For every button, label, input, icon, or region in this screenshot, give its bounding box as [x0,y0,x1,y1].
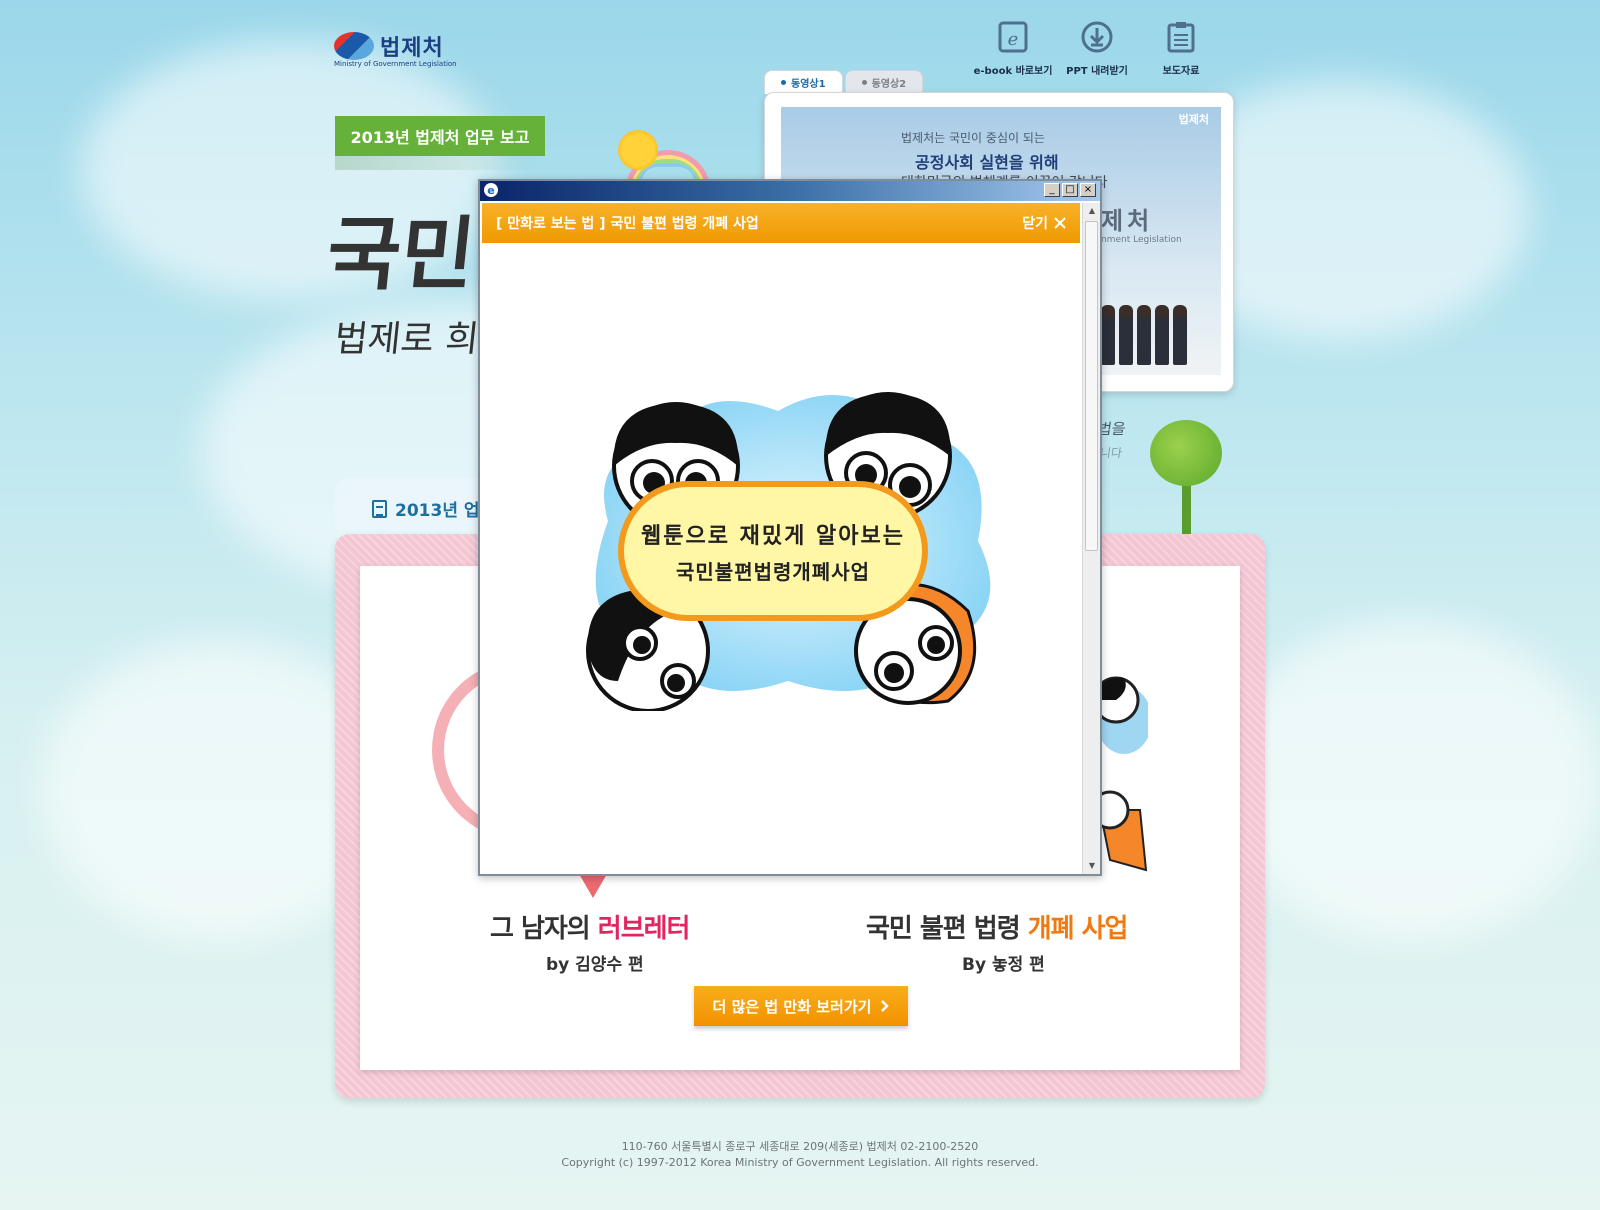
document-icon [372,499,387,518]
report-tag: 2013년 법제처 업무 보고 [335,116,545,156]
window-close-button[interactable]: × [1080,183,1096,197]
video-big-text: 제처 [1101,207,1154,235]
comic-popup-window: e _ □ × [ 만화로 보는 법 ] 국민 불편 법령 개폐 사업 닫기 웹… [478,179,1102,876]
svg-text:e: e [1008,29,1019,50]
comic-right-title[interactable]: 국민 불편 법령 개폐 사업 [866,908,1129,945]
person-figure [1101,305,1115,365]
video-tabs: 동영상1 동영상2 [764,70,924,94]
board-tab-text: 2013년 업 [395,501,480,521]
video-brand: 법제처 [1178,113,1209,126]
popup-close-label: 닫기 [1022,216,1048,232]
footer-address: 110-760 서울특별시 종로구 세종대로 209(세종로) 법제처 02-2… [621,1140,979,1153]
ebook-icon: e [997,20,1029,54]
ppt-download-link[interactable]: PPT 내려받기 [1066,20,1128,77]
video-small-text: nment Legislation [1101,235,1182,245]
close-icon [1054,217,1066,229]
tree-illustration [1150,420,1222,486]
maximize-button[interactable]: □ [1062,183,1078,197]
logo-text: 법제처 [380,36,444,61]
popup-title: [ 만화로 보는 법 ] 국민 불편 법령 개폐 사업 [496,216,759,232]
tree-side-text-2: 니다 [1098,446,1124,460]
video-caption-2: 공정사회 실현을 위해 [915,153,1059,172]
site-logo[interactable]: 법제처 Ministry of Government Legislation [334,30,457,68]
popup-header: [ 만화로 보는 법 ] 국민 불편 법령 개폐 사업 닫기 [482,203,1080,243]
person-figure [1173,305,1187,365]
board-tab-label: 2013년 업 [372,496,480,521]
scroll-up-arrow-icon[interactable]: ▲ [1083,203,1101,219]
top-links: e e-book 바로보기 PPT 내려받기 보도자료 [974,20,1212,77]
comic-right-title-text: 국민 불편 법령 [866,914,1028,944]
clipboard-icon [1165,20,1197,54]
tab-bullet-icon [781,80,786,85]
comic-left-title[interactable]: 그 남자의 러브레터 [490,908,691,945]
footer-copyright: Copyright (c) 1997-2012 Korea Ministry o… [561,1156,1039,1169]
browser-icon: e [484,183,498,197]
background-cloud [1220,620,1600,940]
window-controls: _ □ × [1044,183,1096,197]
sun-illustration [618,130,658,170]
scroll-down-arrow-icon[interactable]: ▼ [1083,858,1101,874]
person-figure [1155,305,1169,365]
person-figure [1137,305,1151,365]
comic-left-title-highlight: 러브레터 [597,914,691,944]
comic-left-author: by 김양수 편 [546,955,644,975]
tab-bullet-icon [861,80,867,85]
comic-cover-image: 웹툰으로 재밌게 알아보는 국민불편법령개폐사업 [548,361,1008,731]
popup-close-button[interactable]: 닫기 [1022,213,1066,233]
logo-mark-icon [334,32,374,60]
more-comics-label: 더 많은 법 만화 보러가기 [712,997,872,1016]
hero-headline: 국민 [322,207,480,301]
press-release-link[interactable]: 보도자료 [1150,20,1212,77]
ppt-download-label: PPT 내려받기 [1066,66,1128,77]
hero-subheadline: 법제로 희 [332,319,481,360]
tree-trunk [1182,480,1191,536]
popup-scrollbar[interactable]: ▲ ▼ [1082,203,1100,874]
press-release-label: 보도자료 [1162,66,1200,77]
logo-subtext: Ministry of Government Legislation [334,60,457,68]
comic-left-title-text: 그 남자의 [490,914,598,944]
video-caption-1: 법제처는 국민이 중심이 되는 [901,131,1045,145]
chevron-right-icon [881,1000,890,1012]
tab-video-1[interactable]: 동영상1 [764,70,843,94]
download-icon [1081,20,1113,54]
popup-titlebar[interactable]: e _ □ × [480,181,1100,201]
comic-right-author: By 놓정 편 [962,955,1045,975]
ebook-link-label: e-book 바로보기 [973,66,1053,77]
comic-line-2: 국민불편법령개폐사업 [676,559,870,584]
more-comics-button[interactable]: 더 많은 법 만화 보러가기 [694,986,908,1026]
comic-line-1: 웹툰으로 재밌게 알아보는 [641,523,905,549]
tab-video-2[interactable]: 동영상2 [844,70,924,94]
tab-video-2-label: 동영상2 [871,79,907,90]
comic-speech-bubble: 웹툰으로 재밌게 알아보는 국민불편법령개폐사업 [618,481,928,621]
minimize-button[interactable]: _ [1044,183,1060,197]
comic-right-title-highlight: 개폐 사업 [1027,914,1129,944]
report-tag-shadow [335,156,545,170]
tab-video-1-label: 동영상1 [791,79,826,90]
scrollbar-thumb[interactable] [1085,221,1098,551]
ebook-link[interactable]: e e-book 바로보기 [974,20,1052,77]
video-people-image [1101,305,1187,365]
person-figure [1119,305,1133,365]
